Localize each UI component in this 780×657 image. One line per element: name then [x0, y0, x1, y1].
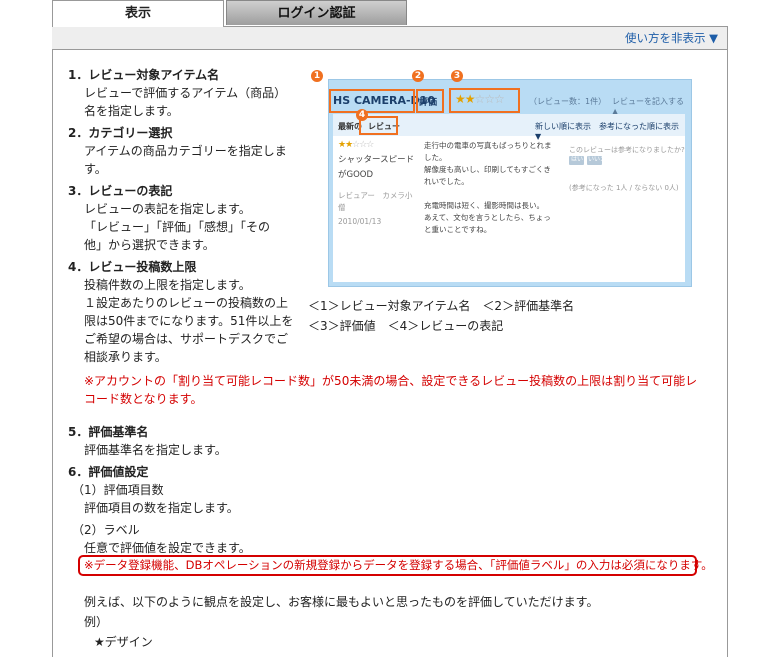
section-text: 投稿件数の上限を指定します。: [84, 278, 251, 292]
callout-number-2: 2: [412, 70, 424, 82]
preview-body-text: 充電時間は短く、撮影時間は長い。: [424, 201, 544, 210]
section-text: ご希望の場合は、サポートデスクでご: [84, 332, 289, 346]
preview-body-text: した。: [424, 153, 447, 162]
panel-border-right: [727, 26, 728, 657]
preview-caption: ＜1＞レビュー対象アイテム名 ＜2＞評価基準名: [308, 299, 575, 313]
callout-box-item-name: [329, 89, 415, 113]
section-text: 評価項目の数を指定します。: [84, 501, 239, 515]
section-text: レビューで評価するアイテム（商品）: [84, 86, 287, 100]
preview-write-review: レビューを記入する ▲: [612, 97, 684, 116]
preview-body-text: あえて、文句を言うとしたら、ちょっ: [424, 213, 551, 222]
callout-number-4: 4: [356, 109, 368, 121]
callout-box-rating: [449, 88, 520, 113]
tab-bar: 表示 ログイン認証: [52, 0, 732, 27]
preview-caption: ＜3＞評価値 ＜4＞レビューの表記: [308, 319, 504, 333]
example-item: ★デザイン: [94, 635, 153, 649]
section-heading-post-limit: 4．レビュー投稿数上限: [68, 260, 197, 274]
preview-helpful-question: このレビューは参考になりましたか?: [569, 146, 685, 154]
subsection-heading: （2）ラベル: [72, 523, 140, 537]
example-label: 例）: [84, 615, 109, 629]
label-required-warning: ※データ登録機能、DBオペレーションの新規登録からデータを登録する場合、「評価値…: [84, 558, 713, 572]
callout-box-criteria: [416, 89, 444, 113]
section-text: アイテムの商品カテゴリーを指定しま: [84, 144, 287, 158]
section-text: 他」から選択できます。: [84, 238, 215, 252]
preview-yes-button: はい: [569, 156, 584, 165]
section-heading-rating-value: 6．評価値設定: [68, 465, 149, 479]
callout-number-1: 1: [311, 70, 323, 82]
tab-display[interactable]: 表示: [52, 0, 224, 27]
preview-no-button: いいえ: [587, 156, 607, 165]
section-text: す。: [84, 162, 107, 176]
preview-helpful-count: (参考になった 1人 / ならない 0人): [569, 184, 679, 192]
preview-body-text: と重いことですね。: [424, 225, 492, 234]
section-text: レビューの表記を指定します。: [84, 202, 251, 216]
preview-small-stars: ★★☆☆☆: [338, 140, 374, 150]
section-text: 評価基準名を指定します。: [84, 443, 227, 457]
preview-reviewer: レビュアー カメラ小: [338, 191, 413, 200]
subsection-heading: （1）評価項目数: [72, 483, 164, 497]
callout-number-3: 3: [451, 70, 463, 82]
example-intro: 例えば、以下のように観点を設定し、お客様に最もよいと思ったものを評価していただけ…: [84, 595, 599, 609]
section-text: 名を指定します。: [84, 104, 179, 118]
section-heading-review-label: 3．レビューの表記: [68, 184, 173, 198]
preview-reviewer: 僧: [338, 203, 346, 212]
panel-border-left: [52, 0, 53, 657]
preview-sort: 新しい順に表示 参考になった順に表示 ▼: [535, 122, 679, 141]
preview-date: 2010/01/13: [338, 217, 382, 226]
preview-review-count: （レビュー数：1件）: [529, 97, 607, 106]
section-heading-item-name: 1．レビュー対象アイテム名: [68, 68, 220, 82]
preview-review-title: シャッタースピード: [338, 155, 415, 165]
section-text: １設定あたりのレビューの投稿数の上: [84, 296, 289, 310]
preview-body-text: れいでした。: [424, 177, 469, 186]
section-text: 「レビュー」「評価」「感想」「その: [84, 220, 271, 234]
tab-login-auth[interactable]: ログイン認証: [226, 0, 407, 25]
preview-body-text: 走行中の電車の写真もばっちりとれま: [424, 141, 552, 150]
section-text: 相談承ります。: [84, 350, 167, 364]
preview-body: 最新の レビュー 新しい順に表示 参考になった順に表示 ▼ ★★☆☆☆ シャッタ…: [333, 114, 685, 282]
preview-review-title: がGOOD: [338, 170, 374, 180]
section-text: 限は50件までになります。51件以上を: [84, 314, 294, 328]
section-heading-category: 2．カテゴリー選択: [68, 126, 173, 140]
preview-body-text: 解像度も高いし、印刷してもすごくき: [424, 165, 551, 174]
section-heading-criteria-name: 5．評価基準名: [68, 425, 149, 439]
record-limit-note: ※アカウントの「割り当て可能レコード数」が50未満の場合、設定できるレビュー投稿…: [84, 374, 698, 406]
hide-usage-link[interactable]: 使い方を非表示 ▼: [625, 30, 718, 46]
